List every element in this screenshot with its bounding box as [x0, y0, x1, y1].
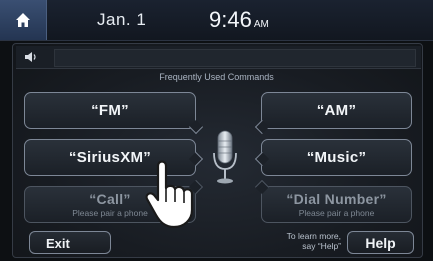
- speaker-icon: [25, 52, 36, 62]
- home-icon: [16, 13, 30, 27]
- learn-line-2: say “Help”: [302, 241, 341, 251]
- command-label: “Music”: [306, 149, 367, 166]
- voice-prompt-bar: [16, 46, 421, 69]
- hand-pointer-icon: [145, 160, 194, 229]
- command-label: “AM”: [316, 102, 357, 119]
- command-label: “FM”: [91, 102, 129, 119]
- date-text: Jan. 1: [97, 10, 147, 29]
- command-music-button[interactable]: “Music”: [254, 139, 412, 176]
- command-am-button[interactable]: “AM”: [254, 92, 412, 135]
- command-label: “Dial Number”: [286, 191, 387, 207]
- voice-prompt-field: [54, 49, 416, 67]
- status-bar: Jan. 1 9:46 AM: [0, 0, 433, 41]
- command-sublabel: Please pair a phone: [298, 208, 375, 218]
- exit-button[interactable]: Exit: [29, 231, 111, 254]
- exit-label: Exit: [46, 236, 70, 251]
- learn-more-hint: To learn more, say “Help”: [259, 231, 341, 251]
- frequently-used-header: Frequently Used Commands: [159, 72, 274, 82]
- command-fm-button[interactable]: “FM”: [24, 92, 204, 135]
- time-text: 9:46: [209, 7, 252, 32]
- microphone-icon: [213, 130, 237, 184]
- ampm-text: AM: [253, 19, 269, 30]
- learn-line-1: To learn more,: [286, 231, 341, 241]
- help-button[interactable]: Help: [347, 231, 414, 254]
- help-label: Help: [365, 235, 396, 251]
- home-button[interactable]: [0, 0, 47, 40]
- voice-command-screen: Jan. 1 9:46 AM Frequently Used Commands “…: [0, 0, 433, 261]
- command-dial-number-button[interactable]: “Dial Number” Please pair a phone: [254, 179, 412, 223]
- clock: 9:46 AM: [209, 7, 269, 33]
